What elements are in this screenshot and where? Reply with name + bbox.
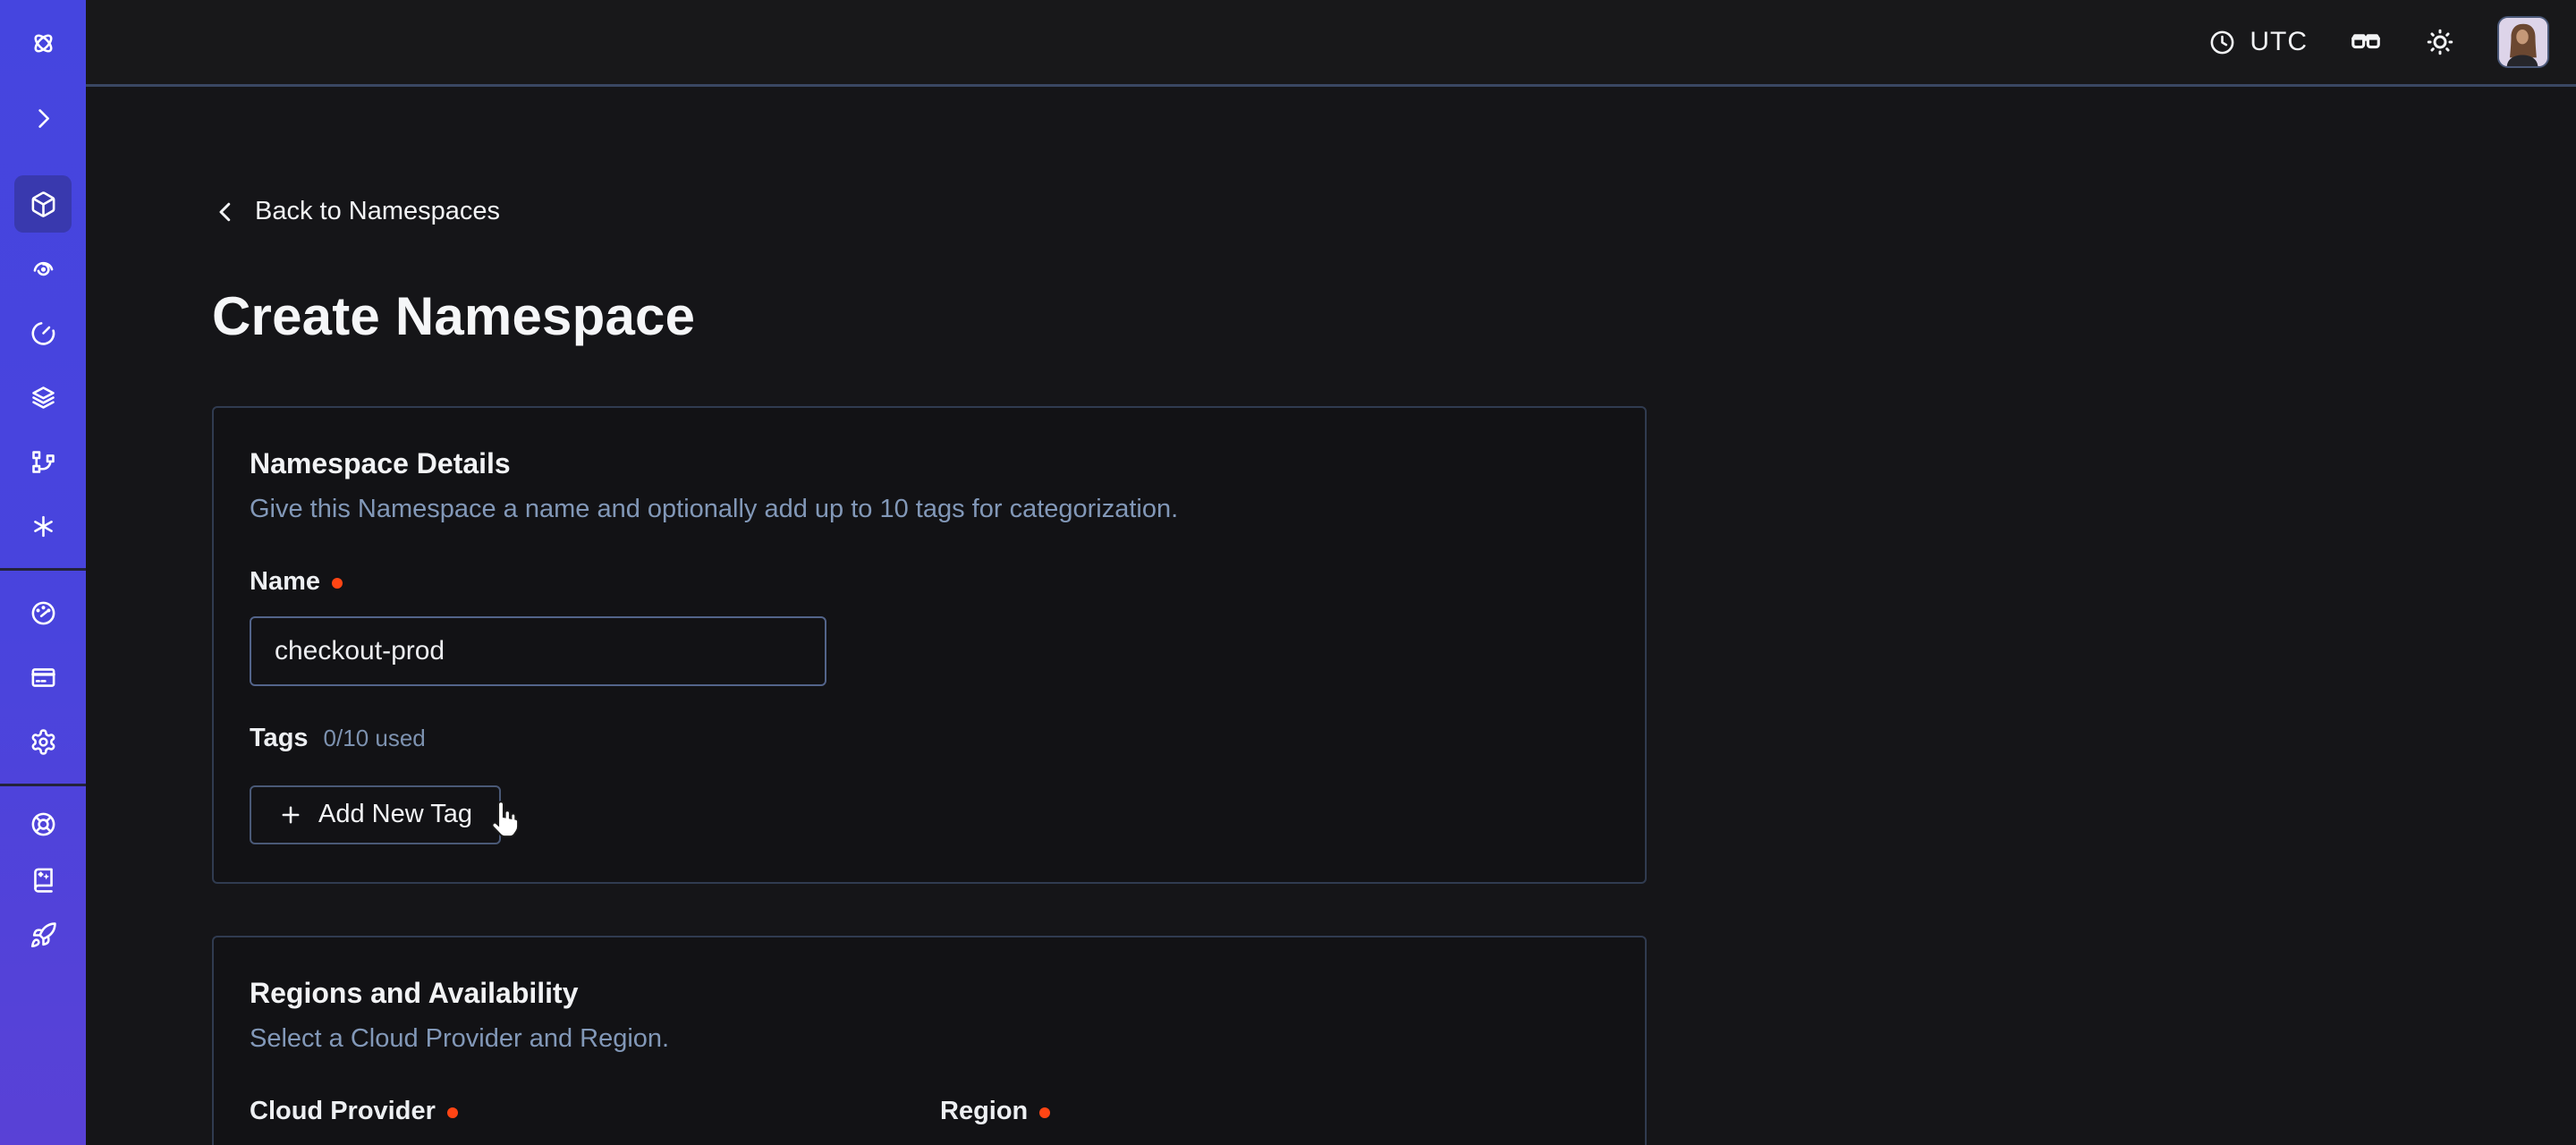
namespace-details-card: Namespace Details Give this Namespace a … — [212, 406, 1647, 884]
regions-availability-card: Regions and Availability Select a Cloud … — [212, 936, 1647, 1145]
region-field: Region Select Region — [940, 1054, 1613, 1145]
sidebar-item-deployments branch-icon[interactable] — [0, 429, 86, 494]
timezone-label: UTC — [2250, 27, 2308, 57]
sidebar-item-get-started rocket-icon[interactable] — [0, 907, 86, 963]
sidebar-expand-chevron-right-icon[interactable] — [0, 86, 86, 150]
required-dot — [332, 578, 343, 589]
required-dot — [1039, 1107, 1050, 1118]
name-label: Name — [250, 567, 320, 597]
card-subtitle: Select a Cloud Provider and Region. — [250, 1024, 1609, 1054]
sidebar-item-support lifebuoy-icon[interactable] — [0, 796, 86, 852]
card-heading: Regions and Availability — [250, 977, 1609, 1010]
namespace-name-input[interactable] — [250, 616, 826, 686]
glasses-icon — [2349, 25, 2383, 59]
chevron-left-icon — [212, 199, 239, 225]
theme-toggle-button[interactable] — [2424, 26, 2456, 58]
tags-label-row: Tags 0/10 used — [250, 724, 1609, 753]
main-content: Back to Namespaces Create Namespace Name… — [86, 87, 2576, 1145]
sidebar-item-schedules timer-icon[interactable] — [0, 301, 86, 365]
sidebar — [0, 0, 86, 1145]
cloud-provider-field: Cloud Provider Select Cloud Provider — [250, 1054, 922, 1145]
cloud-provider-label: Cloud Provider — [250, 1097, 436, 1126]
name-field-label-row: Name — [250, 567, 1609, 597]
tags-count: 0/10 used — [324, 725, 426, 752]
clock-icon — [2208, 29, 2236, 56]
provider-region-grid: Cloud Provider Select Cloud Provider Reg… — [250, 1054, 1609, 1145]
temporal-logo-icon[interactable] — [0, 0, 86, 86]
add-new-tag-button[interactable]: Add New Tag — [250, 785, 501, 844]
page-title: Create Namespace — [212, 285, 2576, 347]
sidebar-item-namespaces cube-icon[interactable] — [0, 172, 86, 236]
back-link-label: Back to Namespaces — [255, 197, 500, 226]
plus-icon — [278, 802, 303, 827]
cloud-provider-label-row: Cloud Provider — [250, 1097, 922, 1126]
sidebar-item-settings gear-icon[interactable] — [0, 709, 86, 774]
card-subtitle: Give this Namespace a name and optionall… — [250, 495, 1609, 524]
card-heading: Namespace Details — [250, 447, 1609, 480]
sidebar-item-docs book-icon[interactable] — [0, 852, 86, 907]
sidebar-item-workflows spiral-icon[interactable] — [0, 236, 86, 301]
back-to-namespaces-link[interactable]: Back to Namespaces — [212, 197, 500, 226]
sidebar-divider — [0, 784, 86, 786]
sidebar-divider — [0, 568, 86, 571]
region-label: Region — [940, 1097, 1028, 1126]
user-avatar[interactable] — [2497, 16, 2549, 68]
add-new-tag-label: Add New Tag — [318, 800, 472, 829]
labs-toggle-button[interactable] — [2349, 25, 2383, 59]
sidebar-item-usage gauge-icon[interactable] — [0, 581, 86, 645]
topbar: UTC — [86, 0, 2576, 87]
required-dot — [447, 1107, 458, 1118]
sidebar-item-billing billing-card-icon[interactable] — [0, 645, 86, 709]
timezone-selector[interactable]: UTC — [2208, 27, 2308, 57]
sidebar-item-nexus asterisk-icon[interactable] — [0, 494, 86, 558]
region-label-row: Region — [940, 1097, 1613, 1126]
sidebar-item-batch layers-icon[interactable] — [0, 365, 86, 429]
tags-label: Tags — [250, 724, 309, 753]
sun-icon — [2424, 26, 2456, 58]
